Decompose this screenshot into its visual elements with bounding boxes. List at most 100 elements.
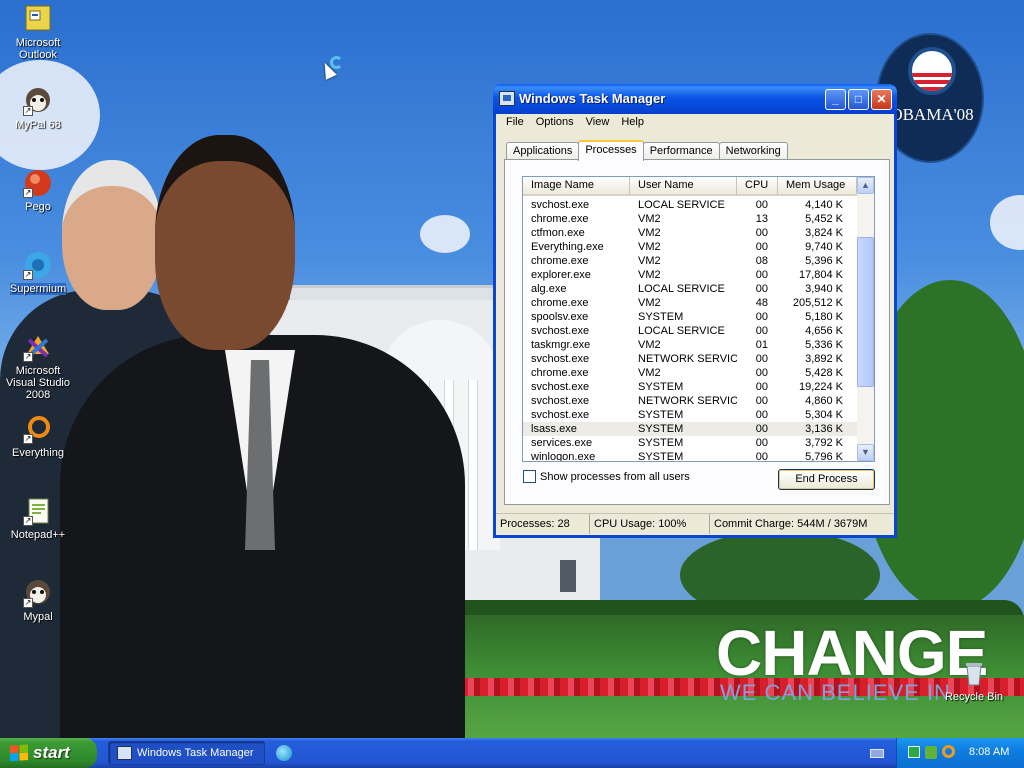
desktop-icon-pego[interactable]: ↗ Pego bbox=[0, 168, 76, 213]
process-row[interactable]: ctfmon.exe VM2 00 3,824 K bbox=[523, 226, 857, 240]
menu-options[interactable]: Options bbox=[532, 114, 578, 132]
process-mem-usage: 4,656 K bbox=[805, 325, 843, 337]
menu-file[interactable]: File bbox=[502, 114, 528, 132]
process-mem-usage: 5,180 K bbox=[805, 311, 843, 323]
keyboard-layout-icon[interactable] bbox=[870, 749, 884, 758]
tray-app-icon[interactable] bbox=[925, 746, 937, 759]
task-manager-icon bbox=[117, 746, 132, 760]
menu-bar: File Options View Help bbox=[496, 114, 894, 132]
process-cpu: 13 bbox=[755, 213, 768, 225]
process-mem-usage: 4,860 K bbox=[805, 395, 843, 407]
process-row[interactable]: chrome.exe VM2 08 5,396 K bbox=[523, 254, 857, 268]
desktop-icon-label: Notepad++ bbox=[10, 529, 66, 541]
taskbar-button-task-manager[interactable]: Windows Task Manager bbox=[108, 741, 265, 765]
desktop-icon-notepadpp[interactable]: ↗ Notepad++ bbox=[0, 496, 76, 541]
process-row[interactable]: svchost.exe LOCAL SERVICE 00 4,656 K bbox=[523, 324, 857, 338]
title-bar[interactable]: Windows Task Manager _ □ ✕ bbox=[493, 84, 897, 114]
process-user-name: NETWORK SERVICE bbox=[638, 353, 737, 365]
shortcut-arrow-icon: ↗ bbox=[23, 352, 33, 362]
process-user-name: LOCAL SERVICE bbox=[638, 199, 725, 211]
process-row[interactable]: explorer.exe VM2 00 17,804 K bbox=[523, 268, 857, 282]
process-row[interactable]: svchost.exe SYSTEM 00 5,304 K bbox=[523, 408, 857, 422]
process-user-name: VM2 bbox=[638, 339, 661, 351]
process-user-name: VM2 bbox=[638, 227, 661, 239]
process-mem-usage: 17,804 K bbox=[798, 269, 843, 281]
show-all-users-checkbox[interactable]: Show processes from all users bbox=[523, 470, 690, 483]
desktop-icon-visual-studio[interactable]: ↗ Microsoft Visual Studio 2008 bbox=[0, 332, 76, 401]
tray-network-icon[interactable] bbox=[908, 746, 920, 758]
shortcut-arrow-icon: ↗ bbox=[23, 188, 33, 198]
process-cpu: 00 bbox=[755, 437, 768, 449]
column-header-cpu[interactable]: CPU bbox=[737, 177, 778, 194]
shortcut-arrow-icon: ↗ bbox=[23, 516, 33, 526]
process-row[interactable]: chrome.exe VM2 00 5,428 K bbox=[523, 366, 857, 380]
process-mem-usage: 3,892 K bbox=[805, 353, 843, 365]
desktop-icon-mypal[interactable]: ↗ Mypal bbox=[0, 578, 76, 623]
process-row[interactable]: svchost.exe LOCAL SERVICE 00 4,140 K bbox=[523, 198, 857, 212]
process-user-name: VM2 bbox=[638, 241, 661, 253]
tray-search-icon[interactable] bbox=[942, 745, 955, 758]
process-mem-usage: 5,304 K bbox=[805, 409, 843, 421]
process-row[interactable]: chrome.exe VM2 48 205,512 K bbox=[523, 296, 857, 310]
process-cpu: 00 bbox=[755, 409, 768, 421]
process-mem-usage: 5,336 K bbox=[805, 339, 843, 351]
process-row[interactable]: winlogon.exe SYSTEM 00 5,796 K bbox=[523, 450, 857, 462]
process-row[interactable]: chrome.exe VM2 13 5,452 K bbox=[523, 212, 857, 226]
menu-view[interactable]: View bbox=[582, 114, 614, 132]
process-row[interactable]: svchost.exe NETWORK SERVICE 00 4,860 K bbox=[523, 394, 857, 408]
person-background-head bbox=[62, 160, 162, 310]
process-cpu: 00 bbox=[755, 199, 768, 211]
process-row[interactable]: taskmgr.exe VM2 01 5,336 K bbox=[523, 338, 857, 352]
desktop-icon-everything[interactable]: ↗ Everything bbox=[0, 414, 76, 459]
maximize-button[interactable]: □ bbox=[848, 89, 869, 110]
desktop-icon-mypal68[interactable]: ↗ MyPal 68 bbox=[0, 86, 76, 131]
column-header-user-name[interactable]: User Name bbox=[630, 177, 737, 194]
process-user-name: VM2 bbox=[638, 269, 661, 281]
process-mem-usage: 5,452 K bbox=[805, 213, 843, 225]
process-cpu: 00 bbox=[755, 353, 768, 365]
process-row[interactable]: alg.exe LOCAL SERVICE 00 3,940 K bbox=[523, 282, 857, 296]
shortcut-arrow-icon: ↗ bbox=[23, 598, 33, 608]
process-row[interactable]: Everything.exe VM2 00 9,740 K bbox=[523, 240, 857, 254]
scroll-up-button[interactable]: ▲ bbox=[857, 177, 874, 194]
process-mem-usage: 19,224 K bbox=[798, 381, 843, 393]
process-mem-usage: 4,140 K bbox=[805, 199, 843, 211]
process-mem-usage: 5,796 K bbox=[805, 451, 843, 462]
process-mem-usage: 5,428 K bbox=[805, 367, 843, 379]
quick-launch-browser-icon[interactable] bbox=[276, 745, 292, 761]
process-row[interactable]: svchost.exe NETWORK SERVICE 00 3,892 K bbox=[523, 352, 857, 366]
end-process-button[interactable]: End Process bbox=[778, 469, 875, 490]
process-row[interactable]: spoolsv.exe SYSTEM 00 5,180 K bbox=[523, 310, 857, 324]
status-processes: Processes: 28 bbox=[496, 514, 590, 534]
desktop-icon-recycle-bin[interactable]: Recycle Bin bbox=[936, 658, 1012, 703]
start-button[interactable]: start bbox=[0, 738, 97, 768]
process-cpu: 00 bbox=[755, 325, 768, 337]
column-header-image-name[interactable]: Image Name bbox=[523, 177, 630, 194]
desktop-icon-supermium[interactable]: ↗ Supermium bbox=[0, 250, 76, 295]
process-row[interactable]: services.exe SYSTEM 00 3,792 K bbox=[523, 436, 857, 450]
scroll-thumb[interactable] bbox=[857, 237, 874, 387]
window-title: Windows Task Manager bbox=[519, 91, 666, 106]
desktop-icon-outlook[interactable]: Microsoft Outlook bbox=[0, 4, 76, 61]
tab-processes[interactable]: Processes bbox=[578, 140, 644, 161]
process-list[interactable]: Image Name User Name CPU Mem Usage svcho… bbox=[522, 176, 875, 462]
process-image-name: svchost.exe bbox=[531, 395, 590, 407]
close-button[interactable]: ✕ bbox=[871, 89, 892, 110]
windows-logo-icon bbox=[10, 744, 28, 762]
scroll-down-button[interactable]: ▼ bbox=[857, 444, 874, 461]
task-manager-window[interactable]: Windows Task Manager _ □ ✕ File Options … bbox=[493, 84, 897, 538]
process-row[interactable]: svchost.exe SYSTEM 00 19,224 K bbox=[523, 380, 857, 394]
checkbox-box[interactable] bbox=[523, 470, 536, 483]
vertical-scrollbar[interactable]: ▲ ▼ bbox=[857, 177, 874, 461]
minimize-button[interactable]: _ bbox=[825, 89, 846, 110]
taskbar-button-label: Windows Task Manager bbox=[137, 747, 254, 759]
menu-help[interactable]: Help bbox=[617, 114, 648, 132]
process-mem-usage: 3,940 K bbox=[805, 283, 843, 295]
desktop-icon-label: Pego bbox=[25, 201, 51, 213]
wallpaper-tagline: WE CAN BELIEVE IN bbox=[720, 680, 951, 705]
process-row[interactable]: lsass.exe SYSTEM 00 3,136 K bbox=[523, 422, 857, 436]
status-bar: Processes: 28 CPU Usage: 100% Commit Cha… bbox=[496, 513, 894, 535]
process-rows: svchost.exe LOCAL SERVICE 00 4,140 K chrome.… bbox=[523, 198, 857, 462]
clock[interactable]: 8:08 AM bbox=[969, 746, 1009, 758]
column-header-mem-usage[interactable]: Mem Usage bbox=[778, 177, 857, 194]
